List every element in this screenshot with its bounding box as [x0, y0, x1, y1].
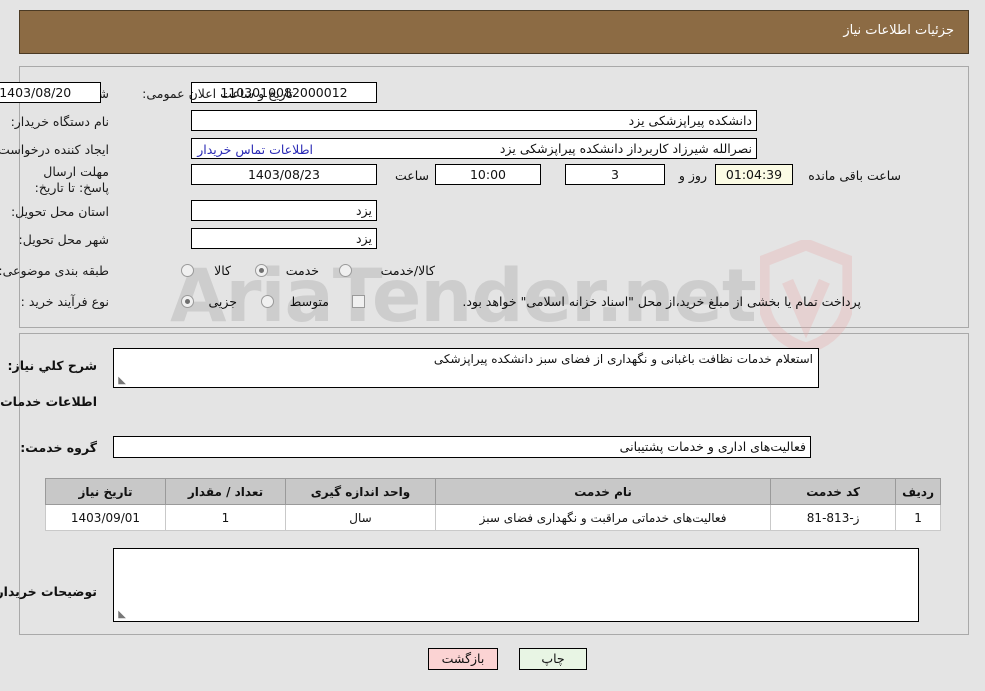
- services-section-heading: اطلاعات خدمات مورد نیاز: [0, 394, 97, 409]
- treasury-docs-label: پرداخت تمام یا بخشی از مبلغ خرید،از محل …: [462, 294, 861, 309]
- services-table: ردیف کد خدمت نام خدمت واحد اندازه گیری ت…: [45, 478, 941, 531]
- cell-name: فعالیت‌های خدماتی مراقبت و نگهداری فضای …: [434, 504, 772, 531]
- announce-datetime-value: 1403/08/20 - 08:41: [0, 82, 101, 103]
- delivery-province-label: استان محل تحویل:: [10, 204, 109, 219]
- delivery-city-label: شهر محل تحویل:: [18, 232, 109, 247]
- category-radio-kala-khedmat[interactable]: [339, 264, 352, 277]
- print-button[interactable]: چاپ: [519, 648, 587, 670]
- delivery-province-value: یزد: [191, 200, 377, 221]
- col-name: نام خدمت: [434, 478, 772, 505]
- category-option-label-0: کالا: [214, 263, 231, 278]
- delivery-city-value: یزد: [191, 228, 377, 249]
- deadline-hour-label: ساعت: [394, 168, 429, 183]
- cell-qty: 1: [165, 504, 286, 531]
- deadline-date-value: 1403/08/23: [191, 164, 377, 185]
- table-row: 1 ز-813-81 فعالیت‌های خدماتی مراقبت و نگ…: [45, 504, 941, 531]
- deadline-time-value: 10:00: [435, 164, 541, 185]
- table-header-row: ردیف کد خدمت نام خدمت واحد اندازه گیری ت…: [45, 478, 941, 505]
- category-radio-kala[interactable]: [181, 264, 194, 277]
- resize-grip-icon[interactable]: ◣: [116, 376, 126, 386]
- cell-code: ز-813-81: [770, 504, 897, 531]
- col-date: تاریخ نیاز: [45, 478, 166, 505]
- process-radio-jozei[interactable]: [181, 295, 194, 308]
- remaining-days-label: روز و: [678, 168, 707, 183]
- buyer-contact-link[interactable]: اطلاعات تماس خریدار: [197, 142, 313, 157]
- buyer-org-label: نام دستگاه خریدار:: [10, 114, 109, 129]
- col-code: کد خدمت: [770, 478, 897, 505]
- treasury-docs-checkbox[interactable]: [352, 295, 365, 308]
- col-unit: واحد اندازه گیری: [285, 478, 436, 505]
- need-description-text: استعلام خدمات نظافت باغبانی و نگهداری از…: [433, 352, 813, 366]
- col-row: ردیف: [895, 478, 941, 505]
- need-description-label: شرح کلي نياز:: [7, 358, 97, 373]
- process-option-label-1: متوسط: [289, 294, 329, 309]
- need-description-textarea[interactable]: استعلام خدمات نظافت باغبانی و نگهداری از…: [113, 348, 819, 388]
- category-label: طبقه بندی موضوعی:: [0, 263, 109, 278]
- service-group-value: فعالیت‌های اداری و خدمات پشتیبانی: [113, 436, 811, 458]
- category-option-label-2: کالا/خدمت: [380, 263, 435, 278]
- buyer-org-value: دانشکده پیراپزشکی یزد: [191, 110, 757, 131]
- buyer-notes-label: توضیحات خریدار:: [0, 584, 97, 599]
- cell-row: 1: [895, 504, 941, 531]
- cell-date: 1403/09/01: [45, 504, 166, 531]
- category-radio-khedmat[interactable]: [255, 264, 268, 277]
- cell-unit: سال: [285, 504, 436, 531]
- announce-datetime-label: تاریخ و ساعت اعلان عمومی:: [142, 86, 293, 101]
- process-option-label-0: جزیی: [208, 294, 237, 309]
- process-type-label: نوع فرآیند خرید :: [20, 294, 109, 309]
- countdown-value: 01:04:39: [715, 164, 793, 185]
- back-button[interactable]: بازگشت: [428, 648, 498, 670]
- process-radio-motevaset[interactable]: [261, 295, 274, 308]
- service-group-label: گروه خدمت:: [20, 440, 97, 455]
- category-option-label-1: خدمت: [285, 263, 319, 278]
- remaining-days-value: 3: [565, 164, 665, 185]
- need-info-panel: [19, 66, 969, 328]
- page-header: جزئیات اطلاعات نیاز: [19, 10, 969, 54]
- deadline-label: مهلت ارسال پاسخ: تا تاریخ:: [34, 164, 109, 195]
- col-qty: تعداد / مقدار: [165, 478, 286, 505]
- resize-grip-icon-notes[interactable]: ◣: [116, 610, 126, 620]
- buyer-notes-textarea[interactable]: ◣: [113, 548, 919, 622]
- page-title: جزئیات اطلاعات نیاز: [843, 23, 954, 38]
- requester-label: ایجاد کننده درخواست:: [0, 142, 109, 157]
- countdown-label: ساعت باقی مانده: [808, 168, 901, 183]
